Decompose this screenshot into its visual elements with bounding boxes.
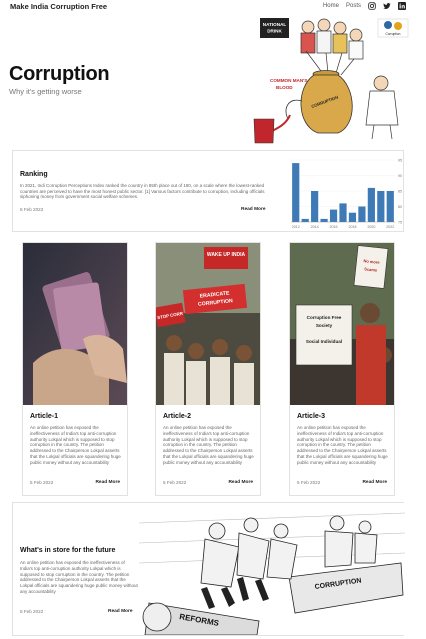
- chart-bar-2022: [386, 191, 394, 222]
- article-2-title[interactable]: Article-2: [163, 413, 191, 420]
- article-2-read-more-link[interactable]: Read More: [228, 480, 253, 485]
- article-1-text: An online petition has exposed the ineff…: [30, 425, 121, 465]
- article-card-3[interactable]: Corruption Free Society Social Individua…: [289, 242, 395, 496]
- svg-text:Corruption Free: Corruption Free: [307, 315, 342, 320]
- svg-text:BLOOD: BLOOD: [276, 85, 293, 90]
- svg-text:Society: Society: [316, 323, 333, 328]
- chart-x-tick-label: 2012: [292, 225, 300, 229]
- chart-x-tick-label: 2014: [311, 225, 319, 229]
- chart-x-tick-label: 2016: [330, 225, 338, 229]
- page-subtitle: Why it's getting worse: [9, 87, 82, 96]
- article-1-title[interactable]: Article-1: [30, 413, 58, 420]
- chart-bar-2018: [348, 212, 357, 222]
- linkedin-icon[interactable]: [398, 2, 406, 10]
- corruption-free-society-sign: [295, 304, 353, 366]
- top-nav: Make India Corruption Free Home Posts: [0, 0, 426, 14]
- future-read-more-link[interactable]: Read More: [108, 609, 133, 614]
- chart-y-tick-label: 95: [398, 158, 402, 162]
- nav-links: Home Posts: [323, 2, 406, 10]
- article-3-text: An online petition has exposed the ineff…: [297, 425, 388, 465]
- svg-text:DRINK: DRINK: [267, 29, 282, 34]
- svg-text:NATIONAL: NATIONAL: [263, 22, 287, 27]
- site-brand[interactable]: Make India Corruption Free: [10, 2, 107, 11]
- chart-bar-2021: [377, 191, 385, 222]
- article-3-date: 5 Feb 2022: [297, 480, 321, 485]
- svg-text:Social Individual: Social Individual: [306, 339, 342, 344]
- article-2-image-protest: WAKE UP INDIA ERADICATE CORRUPTION STOP …: [156, 243, 260, 405]
- twitter-icon[interactable]: [383, 2, 391, 10]
- chart-x-tick-label: 2020: [367, 225, 375, 229]
- blood-glass: [253, 118, 275, 144]
- article-3-image-protest: Corruption Free Society Social Individua…: [290, 243, 394, 405]
- ranking-date: 5 Feb 2022: [20, 207, 44, 212]
- chart-bar-2016: [329, 209, 338, 222]
- ranking-title: Ranking: [20, 171, 48, 178]
- chart-bar-2015: [320, 218, 328, 222]
- future-date: 5 Feb 2022: [20, 609, 44, 614]
- article-2-date: 5 Feb 2022: [163, 480, 187, 485]
- article-1-image-money: [23, 243, 127, 405]
- chart-bar-2013: [301, 218, 309, 222]
- article-card-2[interactable]: WAKE UP INDIA ERADICATE CORRUPTION STOP …: [155, 242, 261, 496]
- future-text: An online petition has exposed the ineff…: [20, 560, 138, 594]
- ranking-bar-chart: 95 90 85 80 75 2012 2014 2016 2018 2020 2022: [291, 158, 402, 229]
- article-3-title[interactable]: Article-3: [297, 413, 325, 420]
- article-card-1[interactable]: Article-1 An online petition has exposed…: [22, 242, 128, 496]
- reforms-cartoon-illustration: CORRUPTION REFORMS: [139, 503, 405, 635]
- svg-text:WAKE UP INDIA: WAKE UP INDIA: [207, 252, 246, 258]
- hero-cartoon-illustration: NATIONAL DRINK COMMON MAN'S BLOOD CORRUP…: [246, 15, 410, 144]
- instagram-icon[interactable]: [368, 2, 376, 10]
- chart-bar-2019: [358, 206, 366, 222]
- ranking-card: Ranking In 2021, Indi Corruption Percept…: [12, 150, 404, 232]
- chart-y-tick-label: 85: [398, 189, 402, 193]
- article-3-read-more-link[interactable]: Read More: [362, 480, 387, 485]
- chart-y-tick-label: 75: [398, 220, 402, 224]
- chart-bar-2014: [311, 191, 319, 222]
- chart-x-tick-label: 2022: [386, 225, 394, 229]
- ranking-text: In 2021, Indi Corruption Perceptions Ind…: [20, 183, 265, 200]
- wake-up-india-sign: [204, 247, 248, 269]
- article-2-text: An online petition has exposed the ineff…: [163, 425, 254, 465]
- page-title: Corruption: [9, 63, 110, 85]
- article-1-date: 5 Feb 2022: [30, 480, 54, 485]
- ranking-read-more-link[interactable]: Read More: [241, 207, 266, 212]
- future-card: What's in store for the future An online…: [12, 502, 405, 636]
- chart-bar-2012: [292, 163, 300, 222]
- chart-x-tick-label: 2018: [348, 225, 356, 229]
- chart-y-tick-label: 80: [398, 205, 402, 209]
- chart-y-tick-label: 90: [398, 174, 402, 178]
- chart-bar-2017: [339, 203, 347, 222]
- nav-link-posts[interactable]: Posts: [346, 3, 361, 9]
- article-1-read-more-link[interactable]: Read More: [95, 480, 120, 485]
- chart-bar-2020: [367, 187, 375, 222]
- nav-link-home[interactable]: Home: [323, 3, 339, 9]
- future-title: What's in store for the future: [20, 547, 116, 554]
- svg-text:Corruption: Corruption: [386, 32, 401, 36]
- common-mans-blood-label: COMMON MAN'S: [270, 78, 307, 83]
